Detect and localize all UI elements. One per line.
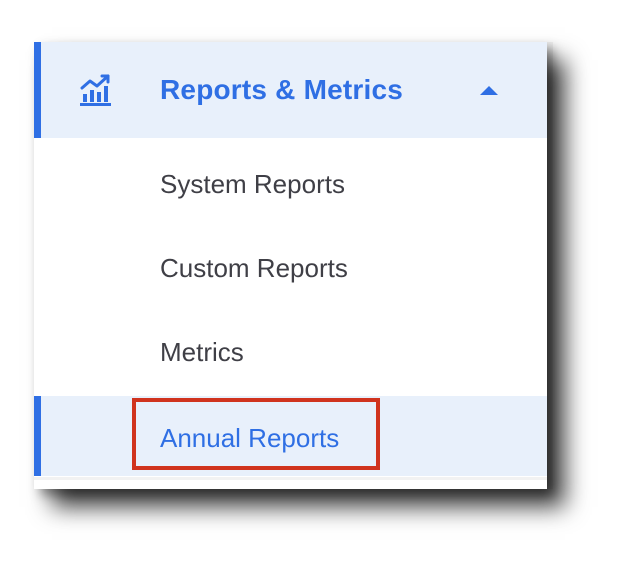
divider <box>34 477 547 480</box>
submenu-item-metrics[interactable]: Metrics <box>34 306 547 390</box>
active-indicator-bar <box>34 42 41 138</box>
sidebar-menu-panel: Reports & Metrics System Reports Custom … <box>34 42 547 489</box>
submenu-item-label: Custom Reports <box>160 253 348 283</box>
submenu-item-custom-reports[interactable]: Custom Reports <box>34 222 547 306</box>
chart-up-icon <box>80 74 111 106</box>
active-indicator-bar <box>34 396 41 476</box>
highlight-annotation-box <box>132 398 380 470</box>
menu-header-label: Reports & Metrics <box>160 74 404 105</box>
submenu-item-label: Metrics <box>160 337 244 367</box>
screenshot-stage: Reports & Metrics System Reports Custom … <box>0 0 628 566</box>
sidebar-menu: Reports & Metrics System Reports Custom … <box>34 42 547 489</box>
caret-up-icon[interactable] <box>480 86 498 95</box>
menu-header-reports-metrics[interactable]: Reports & Metrics <box>34 42 547 138</box>
submenu-item-system-reports[interactable]: System Reports <box>34 138 547 222</box>
submenu-item-label: System Reports <box>160 169 345 199</box>
submenu-item-annual-reports[interactable]: Annual Reports <box>34 396 547 476</box>
panel-edge <box>547 42 553 489</box>
